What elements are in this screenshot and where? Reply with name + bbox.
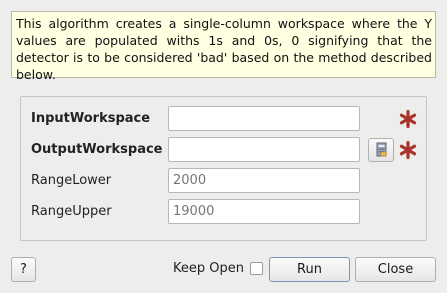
close-button[interactable]: Close	[355, 257, 436, 282]
workspace-browse-icon	[376, 142, 387, 157]
input-workspace-label: InputWorkspace	[31, 111, 151, 126]
output-workspace-label: OutputWorkspace	[31, 142, 163, 157]
range-upper-label: RangeUpper	[31, 204, 112, 219]
workspace-browse-button[interactable]	[368, 138, 394, 162]
range-upper-field[interactable]	[168, 199, 360, 224]
range-lower-label: RangeLower	[31, 173, 112, 188]
required-asterisk-icon	[399, 141, 417, 159]
algorithm-description: This algorithm creates a single-column w…	[11, 11, 436, 82]
keep-open-label: Keep Open	[173, 261, 244, 276]
output-workspace-field[interactable]	[168, 137, 360, 162]
input-workspace-field[interactable]	[168, 106, 360, 131]
run-button[interactable]: Run	[269, 257, 350, 282]
help-button[interactable]: ?	[11, 257, 36, 282]
range-lower-field[interactable]	[168, 168, 360, 193]
required-asterisk-icon	[399, 110, 417, 128]
keep-open-checkbox[interactable]	[250, 262, 263, 275]
